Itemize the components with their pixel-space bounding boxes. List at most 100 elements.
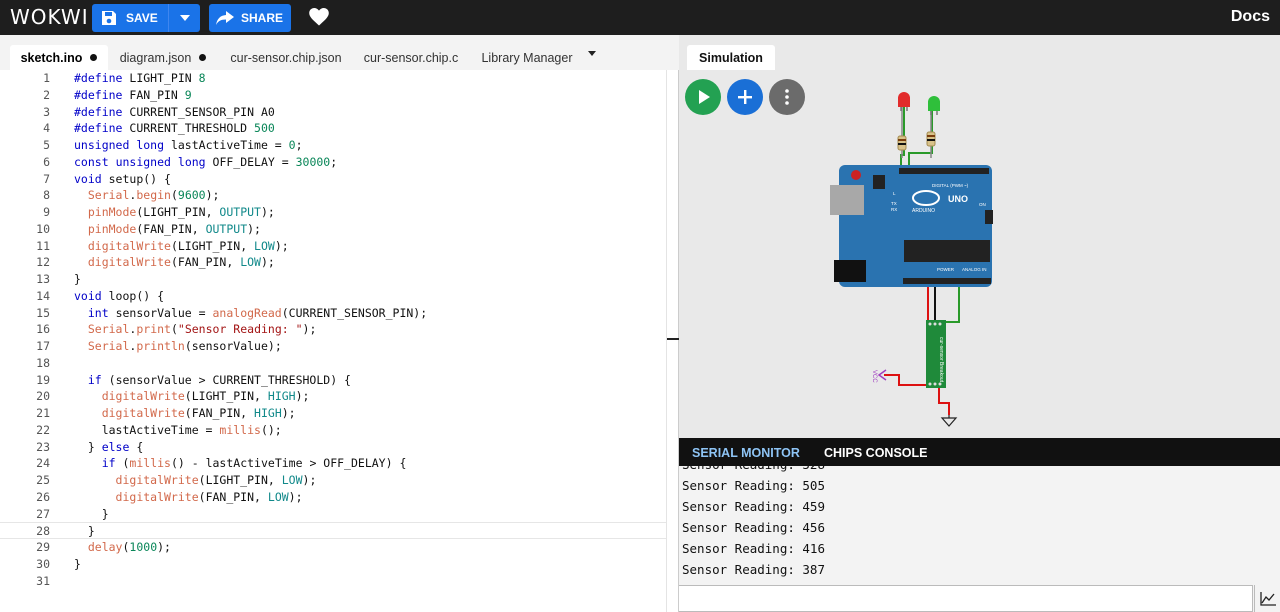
board-tx-label: TX: [891, 201, 897, 206]
serial-output: Sensor Reading: 528 Sensor Reading: 505 Se…: [679, 466, 1280, 584]
serial-monitor-pane: SERIAL MONITOR CHIPS CONSOLE Sensor Read…: [679, 438, 1280, 612]
code-line[interactable]: 30}: [0, 556, 666, 573]
code-text: #define FAN_PIN 9: [74, 87, 192, 102]
line-number: 18: [36, 355, 50, 370]
line-number: 8: [43, 188, 50, 203]
code-text: void loop() {: [74, 288, 165, 303]
vcc-label: VCC: [871, 370, 877, 383]
code-line[interactable]: 14 void loop() {: [0, 288, 666, 305]
code-line[interactable]: 21 digitalWrite(FAN_PIN, HIGH);: [0, 405, 666, 422]
code-text: }: [74, 556, 81, 571]
chart-line-icon: [1259, 591, 1276, 606]
board-on-label: ON: [979, 202, 986, 207]
serial-line: Sensor Reading: 528: [682, 466, 825, 472]
tab-label: sketch.ino: [20, 50, 83, 65]
line-number: 30: [36, 556, 50, 571]
code-line[interactable]: 12 digitalWrite(FAN_PIN, LOW);: [0, 254, 666, 271]
code-line[interactable]: 22 lastActiveTime = millis();: [0, 422, 666, 439]
line-number: 10: [36, 221, 50, 236]
resistor-green: [926, 110, 936, 158]
code-text: int sensorValue = analogRead(CURRENT_SEN…: [87, 305, 428, 320]
code-line[interactable]: 25 digitalWrite(LIGHT_PIN, LOW);: [0, 472, 666, 489]
save-dropdown-button[interactable]: [168, 4, 200, 32]
tab-chips-console[interactable]: CHIPS CONSOLE: [824, 446, 928, 460]
tab-sketch-ino[interactable]: sketch.ino: [10, 45, 108, 70]
add-part-button[interactable]: [727, 79, 763, 115]
code-text: #define LIGHT_PIN 8: [74, 71, 206, 85]
code-line[interactable]: 16 Serial.print("Sensor Reading: ");: [0, 321, 666, 338]
line-number: 13: [36, 272, 50, 286]
code-line[interactable]: 19 if (sensorValue > CURRENT_THRESHOLD) …: [0, 372, 666, 389]
share-button[interactable]: SHARE: [209, 4, 291, 32]
editor-scrollbar[interactable]: [666, 70, 667, 612]
more-options-button[interactable]: [769, 79, 805, 115]
code-text: }: [74, 506, 109, 521]
heart-icon[interactable]: [309, 8, 329, 31]
line-number: 25: [36, 473, 50, 487]
code-text: unsigned long lastActiveTime = 0;: [74, 138, 303, 152]
wokwi-logo[interactable]: WOKWI: [10, 5, 89, 29]
line-number: 28: [36, 524, 50, 539]
tab-library-manager[interactable]: Library Manager: [472, 45, 582, 70]
code-line[interactable]: 13}: [0, 271, 666, 288]
code-line[interactable]: 1 #define LIGHT_PIN 8: [0, 70, 666, 87]
sensor-signal-wire: [939, 285, 960, 323]
line-number: 3: [43, 104, 50, 119]
code-line[interactable]: 6 const unsigned long OFF_DELAY = 30000;: [0, 154, 666, 171]
code-text: pinMode(LIGHT_PIN, OUTPUT);: [87, 205, 275, 219]
serial-input[interactable]: [679, 585, 1253, 612]
code-line[interactable]: 26 digitalWrite(FAN_PIN, LOW);: [0, 489, 666, 506]
line-number: 1: [43, 71, 50, 85]
code-line[interactable]: 15 int sensorValue = analogRead(CURRENT_…: [0, 305, 666, 322]
tab-cur-sensor-chip-c[interactable]: cur-sensor.chip.c: [355, 45, 467, 70]
tab-simulation[interactable]: Simulation: [687, 45, 775, 70]
unsaved-dot-icon: [90, 54, 98, 61]
line-number: 11: [36, 238, 50, 253]
code-text: } else {: [74, 439, 144, 454]
code-line[interactable]: 28 }: [0, 522, 666, 540]
code-text: pinMode(FAN_PIN, OUTPUT);: [87, 221, 261, 236]
line-number: 16: [36, 322, 50, 337]
code-line[interactable]: 10 pinMode(FAN_PIN, OUTPUT);: [0, 221, 666, 238]
code-line[interactable]: 2 #define FAN_PIN 9: [0, 87, 666, 104]
code-line[interactable]: 7 void setup() {: [0, 171, 666, 188]
code-text: const unsigned long OFF_DELAY = 30000;: [74, 154, 338, 169]
code-line[interactable]: 31: [0, 573, 666, 590]
save-button[interactable]: SAVE: [92, 4, 200, 32]
code-text: digitalWrite(FAN_PIN, HIGH);: [101, 406, 296, 420]
line-number: 2: [43, 87, 50, 102]
code-line[interactable]: 20 digitalWrite(LIGHT_PIN, HIGH);: [0, 388, 666, 405]
tabs-dropdown-icon[interactable]: [588, 51, 596, 56]
code-line[interactable]: 24 if (millis() - lastActiveTime > OFF_D…: [0, 455, 666, 472]
code-line[interactable]: 27 }: [0, 506, 666, 523]
code-line[interactable]: 23 } else {: [0, 439, 666, 456]
board-analog-label: ANALOG IN: [962, 267, 987, 272]
line-number: 29: [36, 540, 50, 554]
code-editor[interactable]: 1 #define LIGHT_PIN 8 2 #define FAN_PIN 9 3 #…: [0, 70, 666, 612]
code-line[interactable]: 18: [0, 355, 666, 372]
code-line[interactable]: 17 Serial.println(sensorValue);: [0, 338, 666, 355]
pane-resize-handle[interactable]: [667, 338, 679, 340]
tab-serial-monitor[interactable]: SERIAL MONITOR: [692, 446, 800, 460]
tab-cur-sensor-chip-json[interactable]: cur-sensor.chip.json: [222, 45, 350, 70]
code-line[interactable]: 4 #define CURRENT_THRESHOLD 500: [0, 120, 666, 137]
code-line[interactable]: 29 delay(1000);: [0, 539, 666, 556]
start-simulation-button[interactable]: [685, 79, 721, 115]
editor-tab-bar: sketch.ino diagram.json cur-sensor.chip.js…: [0, 35, 679, 70]
plotter-button[interactable]: [1254, 585, 1280, 612]
code-line[interactable]: 8 Serial.begin(9600);: [0, 187, 666, 204]
line-number: 15: [36, 305, 50, 320]
docs-link[interactable]: Docs: [1231, 8, 1270, 26]
code-text: digitalWrite(LIGHT_PIN, HIGH);: [101, 389, 310, 404]
code-line[interactable]: 3 #define CURRENT_SENSOR_PIN A0: [0, 104, 666, 121]
save-button-label: SAVE: [126, 11, 158, 25]
line-number: 27: [36, 506, 50, 521]
tab-diagram-json[interactable]: diagram.json: [113, 45, 213, 70]
code-text: digitalWrite(FAN_PIN, LOW);: [87, 255, 275, 270]
code-line[interactable]: 5 unsigned long lastActiveTime = 0;: [0, 137, 666, 154]
serial-line: Sensor Reading: 459: [682, 499, 825, 514]
code-line[interactable]: 9 pinMode(LIGHT_PIN, OUTPUT);: [0, 204, 666, 221]
code-line[interactable]: 11 digitalWrite(LIGHT_PIN, LOW);: [0, 238, 666, 255]
board-uno-label: UNO: [948, 194, 968, 204]
cur-sensor-breakout: cur-sensor Breakout: [926, 320, 946, 388]
